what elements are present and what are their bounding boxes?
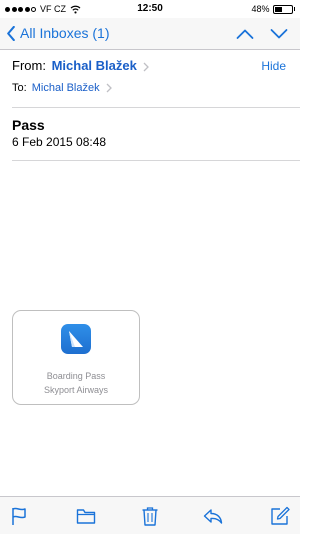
battery-cap: [293, 7, 295, 11]
chevron-right-icon: [144, 62, 150, 72]
reply-icon[interactable]: [203, 506, 223, 526]
subject-divider: [12, 160, 300, 161]
battery-percent: 48%: [251, 4, 270, 14]
compose-icon[interactable]: [270, 506, 290, 526]
to-row: To: Michal Blažek: [12, 82, 112, 94]
message-date: 6 Feb 2015 08:48: [12, 135, 107, 149]
from-sender-name[interactable]: Michal Blažek: [52, 58, 137, 73]
back-button[interactable]: All Inboxes (1): [6, 25, 109, 41]
status-bar: VF CZ 12:50 48%: [0, 0, 300, 18]
status-right: 48%: [251, 4, 295, 14]
hide-button[interactable]: Hide: [261, 59, 286, 73]
to-recipient-name[interactable]: Michal Blažek: [32, 82, 100, 94]
attachment-title: Boarding Pass: [46, 371, 106, 381]
battery-fill: [274, 6, 283, 12]
message-navigation: [236, 27, 288, 41]
to-label: To:: [12, 82, 27, 94]
chevron-left-icon: [7, 25, 15, 41]
from-row: From: Michal Blažek Hide: [12, 58, 288, 78]
header-divider: [12, 107, 300, 108]
folder-icon[interactable]: [76, 506, 96, 526]
airplane-tail-icon: [61, 324, 91, 354]
bottom-toolbar: [0, 496, 300, 534]
back-button-label: All Inboxes (1): [20, 25, 110, 41]
flag-icon[interactable]: [9, 506, 29, 526]
navigation-bar: All Inboxes (1): [0, 18, 300, 50]
chevron-right-icon: [106, 83, 112, 93]
from-label: From:: [12, 58, 46, 73]
boarding-pass-attachment[interactable]: Boarding Pass Skyport Airways: [12, 310, 140, 405]
message-subject: Pass: [12, 117, 45, 133]
battery-icon: [272, 4, 293, 14]
trash-icon[interactable]: [140, 506, 160, 526]
arrow-down-icon[interactable]: [270, 27, 288, 41]
attachment-subtitle: Skyport Airways: [43, 385, 109, 395]
arrow-up-icon[interactable]: [236, 27, 254, 41]
